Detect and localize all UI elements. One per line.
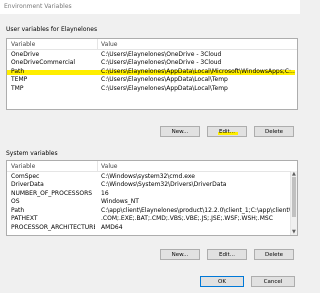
system-variable-row[interactable]: ComSpec C:\Windows\system32\cmd.exe [7,172,297,181]
variable-value: .COM;.EXE;.BAT;.CMD;.VBS;.VBE;.JS;.JSE;.… [101,215,273,222]
column-header-variable[interactable]: Variable [11,41,35,48]
system-variable-row[interactable]: Path C:\app\client\Elaynelones\product\12… [7,206,297,215]
variable-name: TEMP [11,76,28,83]
variable-value: AMD64 [101,223,123,231]
variable-value: C:\Users\Elaynelones\OneDrive - 3Cloud [101,59,222,66]
vertical-scrollbar[interactable]: ▲ ▼ [290,171,297,235]
window-title: Environment Variables [4,3,72,10]
system-variable-row[interactable]: DriverData C:\Windows\System32\Drivers\Dr… [7,181,297,190]
variable-name: ComSpec [11,172,40,180]
user-new-button[interactable]: New... [160,126,200,137]
user-variable-row[interactable]: TMP C:\Users\Elaynelones\AppData\Local\Te… [7,84,297,93]
variable-value: 16 [101,189,109,197]
variable-value: C:\Users\Elaynelones\AppData\Local\Temp [101,84,228,92]
user-variable-row-path[interactable]: Path C:\Users\Elaynelones\AppData\Local\M… [7,67,297,76]
variable-name: OS [11,198,20,205]
system-variable-row[interactable]: OS Windows_NT [7,198,297,207]
user-variable-row[interactable]: OneDrive C:\Users\Elaynelones\OneDrive - … [7,50,297,59]
user-variables-list[interactable]: Variable Value OneDrive C:\Users\Elaynelo… [6,38,298,110]
variable-name: OneDrive [11,50,40,58]
user-edit-label: Edit... [219,129,235,135]
ok-button[interactable]: OK [200,276,244,287]
user-variables-header: Variable Value [7,39,297,50]
system-variable-row[interactable]: PROCESSOR_ARCHITECTURE AMD64 [7,223,297,232]
column-header-variable[interactable]: Variable [11,163,35,170]
variable-value: C:\Windows\System32\Drivers\DriverData [101,181,227,188]
column-header-value[interactable]: Value [101,163,117,170]
variable-name: OneDriveCommercial [11,59,76,66]
variable-name: Path [11,67,25,75]
user-delete-button[interactable]: Delete [254,126,294,137]
variable-value: C:\Users\Elaynelones\AppData\Local\Micro… [101,67,295,75]
user-variable-row[interactable]: TEMP C:\Users\Elaynelones\AppData\Local\T… [7,76,297,85]
cancel-button[interactable]: Cancel [251,276,295,287]
system-new-button[interactable]: New... [160,249,200,260]
system-variables-header: Variable Value [7,161,297,172]
user-variable-row[interactable]: OneDriveCommercial C:\Users\Elaynelones\O… [7,59,297,68]
system-variable-row[interactable]: NUMBER_OF_PROCESSORS 16 [7,189,297,198]
user-variables-label: User variables for Elaynelones [6,26,98,33]
system-variables-list[interactable]: Variable Value ComSpec C:\Windows\system3… [6,160,298,236]
scrollbar-thumb[interactable] [292,177,296,217]
variable-value: C:\Windows\system32\cmd.exe [101,172,195,180]
variable-value: C:\Users\Elaynelones\AppData\Local\Temp [101,76,228,83]
variable-name: PROCESSOR_ARCHITECTURE [11,223,95,231]
system-edit-button[interactable]: Edit... [207,249,247,260]
system-delete-button[interactable]: Delete [254,249,294,260]
system-variable-row[interactable]: PATHEXT .COM;.EXE;.BAT;.CMD;.VBS;.VBE;.JS… [7,215,297,224]
user-edit-button[interactable]: Edit... [207,126,247,137]
variable-name: TMP [11,84,24,92]
variable-name: NUMBER_OF_PROCESSORS [11,189,93,197]
variable-value: C:\Users\Elaynelones\OneDrive - 3Cloud [101,50,222,58]
variable-name: Path [11,206,25,214]
variable-name: DriverData [11,181,44,188]
scroll-down-icon[interactable]: ▼ [292,229,296,235]
title-bar: Environment Variables [0,0,300,14]
system-variables-label: System variables [6,150,58,157]
variable-name: PATHEXT [11,215,38,222]
column-header-value[interactable]: Value [101,41,117,48]
variable-value: Windows_NT [101,198,139,205]
variable-value: C:\app\client\Elaynelones\product\12.2.0… [101,206,295,214]
